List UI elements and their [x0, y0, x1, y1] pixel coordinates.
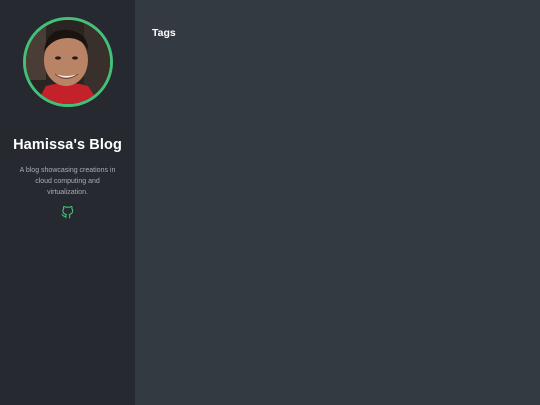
avatar[interactable]	[22, 17, 113, 107]
main-content: Tags	[135, 0, 540, 405]
site-title[interactable]: Hamissa's Blog	[13, 137, 122, 153]
github-link[interactable]	[61, 206, 74, 219]
page-layout: Hamissa's Blog A blog showcasing creatio…	[0, 0, 540, 405]
page-title: Tags	[152, 27, 176, 39]
social-links	[61, 206, 74, 219]
sidebar: Hamissa's Blog A blog showcasing creatio…	[0, 0, 135, 405]
site-description: A blog showcasing creations in cloud com…	[19, 167, 116, 196]
github-icon	[61, 206, 74, 219]
avatar-photo	[25, 20, 110, 104]
